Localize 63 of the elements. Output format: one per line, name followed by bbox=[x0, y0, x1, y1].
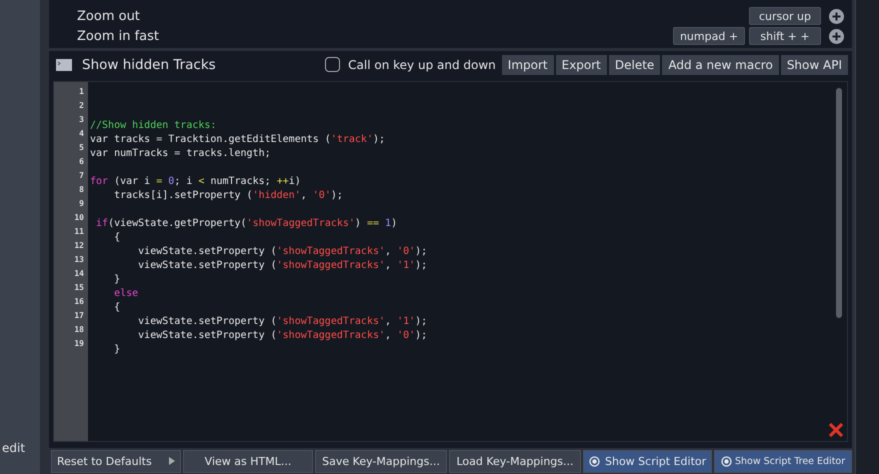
line-number: 13 bbox=[73, 254, 85, 266]
command-label: Zoom out bbox=[77, 8, 140, 24]
line-number: 9 bbox=[78, 198, 85, 210]
radio-icon bbox=[720, 456, 732, 466]
toolbar-button[interactable]: Import bbox=[502, 54, 554, 74]
footer-button[interactable]: Show Script Editor bbox=[583, 450, 712, 472]
code-line: for (var i = 0; i < numTracks; ++i) bbox=[90, 176, 301, 187]
line-number: 10 bbox=[73, 212, 85, 224]
code-line: tracks[i].setProperty ('hidden', '0'); bbox=[113, 190, 343, 201]
line-number: 15 bbox=[73, 282, 85, 294]
code-line: var numTracks = tracks.length; bbox=[90, 148, 271, 159]
scrollbar[interactable] bbox=[836, 88, 842, 318]
line-number: 19 bbox=[73, 338, 85, 350]
line-number: 4 bbox=[78, 128, 85, 140]
footer-button[interactable]: View as HTML... bbox=[183, 450, 313, 472]
code-editor[interactable] bbox=[53, 81, 848, 442]
sidebar-label: edit bbox=[1, 441, 26, 455]
footer-button[interactable]: Load Key-Mappings... bbox=[449, 450, 581, 472]
close-icon[interactable] bbox=[828, 422, 844, 438]
add-icon[interactable] bbox=[829, 8, 844, 24]
line-number: 6 bbox=[78, 156, 85, 168]
code-line: if(viewState.getProperty('showTaggedTracks') == 1) bbox=[95, 218, 398, 229]
footer-button[interactable]: Save Key-Mappings... bbox=[315, 450, 447, 472]
macro-title: Show hidden Tracks bbox=[82, 56, 216, 72]
code-line: viewState.setProperty ('showTaggedTracks', '1'); bbox=[137, 316, 428, 327]
key-mapping-button[interactable]: numpad + bbox=[673, 27, 745, 45]
checkbox-label: Call on key up and down bbox=[348, 58, 496, 72]
line-number: 18 bbox=[73, 324, 85, 336]
caret-icon bbox=[169, 457, 175, 465]
line-number: 17 bbox=[73, 310, 85, 322]
toolbar-button[interactable]: Show API bbox=[780, 54, 848, 74]
radio-icon bbox=[589, 456, 600, 466]
line-number: 1 bbox=[78, 86, 85, 98]
line-number: 2 bbox=[78, 100, 85, 112]
terminal-icon bbox=[56, 58, 72, 70]
toolbar-button[interactable]: Export bbox=[556, 54, 607, 74]
key-mapping-button[interactable]: shift + + bbox=[749, 27, 821, 45]
footer-button[interactable]: Show Script Tree Editor bbox=[714, 450, 852, 472]
line-number: 14 bbox=[73, 268, 85, 280]
line-number: 8 bbox=[78, 184, 85, 196]
code-line: } bbox=[113, 344, 120, 355]
code-line: { bbox=[113, 302, 120, 313]
footer-button[interactable]: Reset to Defaults bbox=[51, 450, 181, 472]
line-number: 11 bbox=[73, 226, 85, 238]
key-mapping-button[interactable]: cursor up bbox=[749, 7, 821, 25]
add-icon[interactable] bbox=[829, 28, 844, 44]
line-number: 12 bbox=[73, 240, 85, 252]
code-line: viewState.setProperty ('showTaggedTracks', '0'); bbox=[137, 330, 428, 341]
code-line: viewState.setProperty ('showTaggedTracks', '0'); bbox=[137, 246, 428, 257]
code-line: var tracks = Tracktion.getEditElements ('track'); bbox=[90, 134, 386, 145]
code-line: viewState.setProperty ('showTaggedTracks', '1'); bbox=[137, 260, 428, 271]
code-line: } bbox=[113, 274, 120, 285]
toolbar-button[interactable]: Add a new macro bbox=[662, 54, 779, 74]
line-number: 3 bbox=[78, 114, 85, 126]
code-line: { bbox=[113, 232, 120, 243]
line-number: 5 bbox=[78, 142, 85, 154]
command-label: Zoom in fast bbox=[77, 28, 160, 44]
line-number: 7 bbox=[78, 170, 85, 182]
code-line: //Show hidden tracks: bbox=[90, 120, 216, 131]
toolbar-button[interactable]: Delete bbox=[608, 54, 660, 74]
checkbox[interactable] bbox=[325, 57, 340, 72]
code-line: else bbox=[113, 288, 138, 299]
line-number: 16 bbox=[73, 296, 85, 308]
